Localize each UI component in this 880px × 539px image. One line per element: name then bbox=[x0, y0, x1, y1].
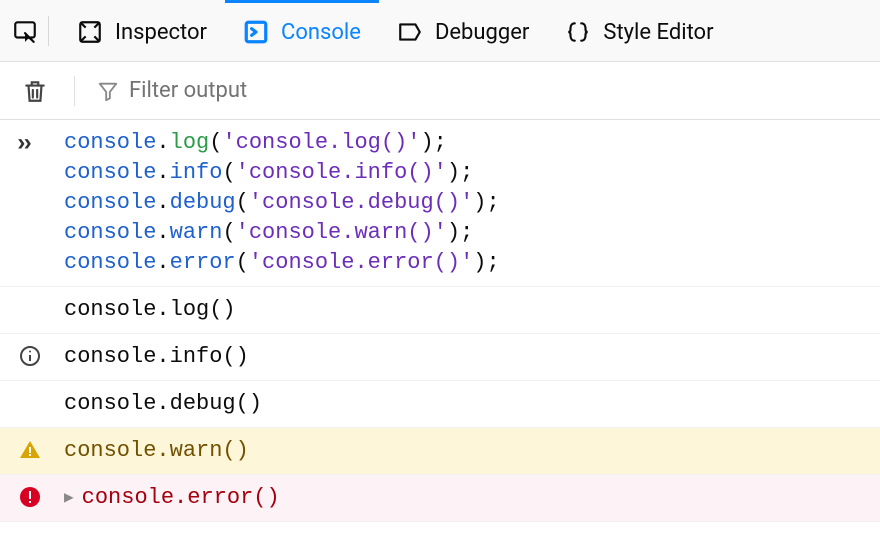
tab-inspector-label: Inspector bbox=[115, 20, 207, 45]
console-input-content: console.log('console.log()');console.inf… bbox=[64, 128, 880, 278]
console-rows: ›› console.log('console.log()');console.… bbox=[0, 120, 880, 522]
code-line: console.error('console.error()'); bbox=[64, 248, 868, 278]
tab-debugger-label: Debugger bbox=[435, 20, 529, 45]
filter-input[interactable]: Filter output bbox=[97, 78, 862, 103]
error-icon bbox=[18, 483, 64, 509]
inspector-icon bbox=[77, 19, 103, 45]
console-filterbar: Filter output bbox=[0, 62, 880, 120]
divider bbox=[48, 16, 49, 46]
filter-placeholder: Filter output bbox=[129, 78, 247, 103]
tab-console-label: Console bbox=[281, 20, 361, 45]
debugger-icon bbox=[397, 19, 423, 45]
debug-text: console.debug() bbox=[64, 389, 880, 419]
tab-inspector[interactable]: Inspector bbox=[59, 0, 225, 62]
error-content: ▶ console.error() bbox=[64, 483, 880, 513]
code-line: console.info('console.info()'); bbox=[64, 158, 868, 188]
error-text: console.error() bbox=[82, 483, 280, 513]
warn-icon bbox=[18, 436, 64, 462]
tab-style-editor[interactable]: Style Editor bbox=[547, 0, 731, 62]
tab-console[interactable]: Console bbox=[225, 0, 379, 62]
input-prompt-icon: ›› bbox=[18, 128, 64, 160]
code-line: console.debug('console.debug()'); bbox=[64, 188, 868, 218]
log-gutter bbox=[18, 295, 64, 297]
info-icon bbox=[18, 342, 64, 368]
info-text: console.info() bbox=[64, 342, 880, 372]
picker-icon[interactable] bbox=[12, 18, 38, 44]
code-line: console.warn('console.warn()'); bbox=[64, 218, 868, 248]
console-input-row[interactable]: ›› console.log('console.log()');console.… bbox=[0, 120, 880, 287]
log-text: console.log() bbox=[64, 295, 880, 325]
console-error-row[interactable]: ▶ console.error() bbox=[0, 475, 880, 522]
console-log-row[interactable]: console.log() bbox=[0, 287, 880, 334]
clear-console-button[interactable] bbox=[18, 74, 52, 108]
console-info-row[interactable]: console.info() bbox=[0, 334, 880, 381]
console-debug-row[interactable]: console.debug() bbox=[0, 381, 880, 428]
tab-style-editor-label: Style Editor bbox=[603, 20, 713, 45]
console-warn-row[interactable]: console.warn() bbox=[0, 428, 880, 475]
console-icon bbox=[243, 19, 269, 45]
code-line: console.log('console.log()'); bbox=[64, 128, 868, 158]
warn-text: console.warn() bbox=[64, 436, 880, 466]
disclosure-triangle-icon[interactable]: ▶ bbox=[64, 483, 74, 513]
devtools-toolbar: Inspector Console Debugger Style Editor bbox=[0, 0, 880, 62]
style-editor-icon bbox=[565, 19, 591, 45]
debug-gutter bbox=[18, 389, 64, 391]
tab-debugger[interactable]: Debugger bbox=[379, 0, 547, 62]
divider bbox=[74, 76, 75, 106]
funnel-icon bbox=[97, 80, 119, 102]
